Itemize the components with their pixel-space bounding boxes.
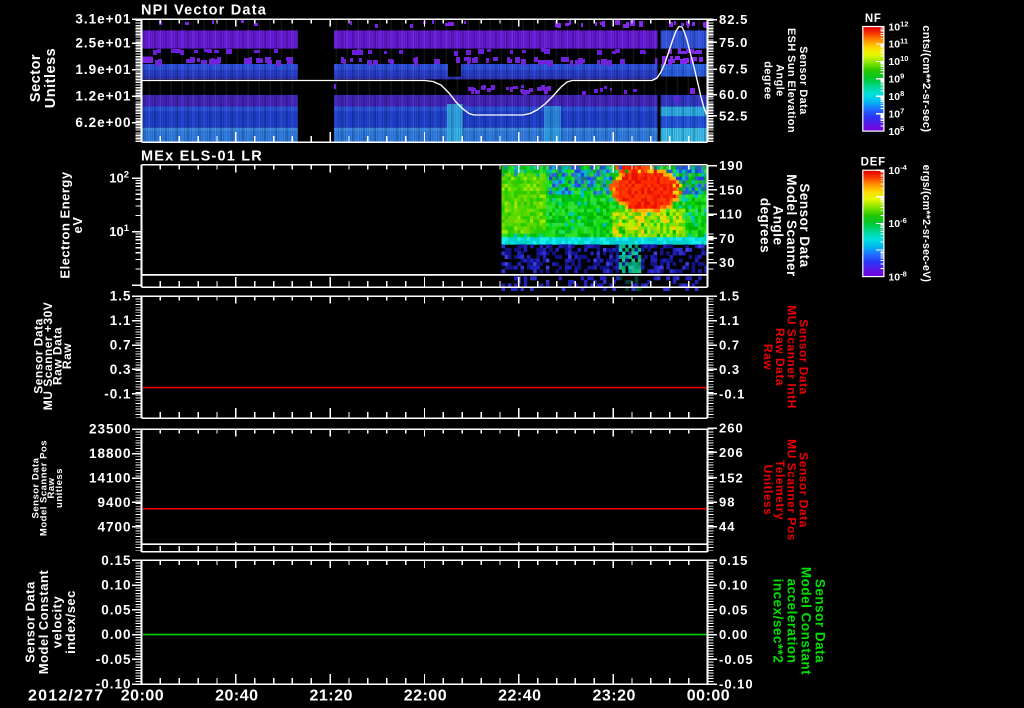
svg-text:206: 206: [719, 445, 744, 460]
svg-text:eV: eV: [70, 217, 85, 234]
svg-text:152: 152: [719, 470, 744, 485]
svg-text:Raw: Raw: [761, 344, 775, 370]
svg-text:NF: NF: [865, 13, 882, 25]
svg-text:Sensor Data: Sensor Data: [797, 46, 809, 115]
svg-text:67.5: 67.5: [719, 62, 748, 77]
svg-text:Angle: Angle: [773, 64, 785, 97]
svg-text:0.15: 0.15: [719, 553, 748, 568]
svg-text:0.3: 0.3: [719, 362, 740, 377]
svg-text:DEF: DEF: [861, 157, 886, 169]
svg-text:unitless: unitless: [54, 468, 65, 508]
svg-text:0.7: 0.7: [719, 338, 740, 353]
svg-text:acceleration: acceleration: [784, 579, 799, 664]
svg-text:2.5e+01: 2.5e+01: [75, 36, 131, 51]
svg-text:1.5: 1.5: [719, 289, 740, 304]
svg-text:0.3: 0.3: [110, 362, 132, 377]
svg-text:22:40: 22:40: [498, 688, 541, 705]
svg-text:Sensor Data: Sensor Data: [812, 579, 827, 663]
svg-text:Unitless: Unitless: [761, 465, 775, 516]
svg-text:2012/277: 2012/277: [28, 688, 104, 705]
svg-text:52.5: 52.5: [719, 108, 748, 123]
svg-text:1.2e+01: 1.2e+01: [75, 89, 131, 104]
svg-text:20:40: 20:40: [215, 688, 258, 705]
svg-text:82.5: 82.5: [719, 12, 748, 27]
svg-text:1.1: 1.1: [719, 313, 740, 328]
svg-text:260: 260: [719, 421, 744, 436]
svg-text:-0.1: -0.1: [719, 386, 745, 401]
svg-text:1.1: 1.1: [110, 313, 132, 328]
svg-text:incex/sec**2: incex/sec**2: [770, 579, 785, 664]
svg-text:NPI Vector Data: NPI Vector Data: [141, 3, 267, 19]
svg-text:21:20: 21:20: [309, 688, 352, 705]
svg-text:0.15: 0.15: [101, 553, 131, 568]
svg-text:degree: degree: [762, 61, 774, 99]
svg-text:ESH Sun Elevation: ESH Sun Elevation: [785, 28, 797, 133]
svg-text:-0.1: -0.1: [104, 386, 131, 401]
svg-text:1.9e+01: 1.9e+01: [75, 62, 131, 77]
svg-text:00:00: 00:00: [687, 688, 730, 705]
svg-text:23500: 23500: [89, 422, 132, 437]
svg-text:0.05: 0.05: [101, 602, 131, 617]
svg-text:Model Constant: Model Constant: [798, 567, 813, 675]
svg-text:70: 70: [719, 231, 735, 246]
svg-text:Raw: Raw: [60, 343, 74, 369]
svg-text:110: 110: [719, 207, 743, 222]
svg-text:0.00: 0.00: [101, 627, 131, 642]
svg-text:4700: 4700: [97, 519, 131, 534]
svg-text:3.1e+01: 3.1e+01: [75, 12, 131, 27]
svg-text:9400: 9400: [97, 495, 131, 510]
svg-text:Unitless: Unitless: [43, 48, 59, 108]
svg-text:-0.05: -0.05: [719, 652, 754, 667]
svg-text:ergs/(cm**2-sr-sec-eV): ergs/(cm**2-sr-sec-eV): [920, 165, 932, 282]
svg-text:60.0: 60.0: [719, 87, 748, 102]
svg-text:Sector: Sector: [28, 54, 44, 102]
svg-text:18800: 18800: [89, 446, 132, 461]
svg-text:75.0: 75.0: [719, 35, 748, 50]
svg-text:6.2e+00: 6.2e+00: [75, 115, 131, 130]
svg-text:degrees: degrees: [757, 198, 772, 253]
svg-text:150: 150: [719, 182, 744, 197]
svg-text:14100: 14100: [89, 471, 132, 486]
svg-text:0.00: 0.00: [719, 627, 748, 642]
svg-text:98: 98: [719, 495, 735, 510]
svg-text:30: 30: [719, 255, 735, 270]
svg-text:-0.05: -0.05: [96, 652, 132, 667]
svg-text:22:00: 22:00: [404, 688, 447, 705]
svg-text:cnts/(cm**2-sr-sec): cnts/(cm**2-sr-sec): [920, 25, 932, 132]
svg-text:1.5: 1.5: [110, 289, 132, 304]
svg-text:0.7: 0.7: [110, 338, 132, 353]
svg-text:44: 44: [719, 519, 735, 534]
svg-text:20:00: 20:00: [121, 688, 164, 705]
svg-text:0.10: 0.10: [719, 578, 748, 593]
svg-text:0.05: 0.05: [719, 602, 748, 617]
svg-text:index/sec: index/sec: [63, 590, 78, 654]
svg-text:0.10: 0.10: [101, 578, 131, 593]
svg-text:MEx ELS-01 LR: MEx ELS-01 LR: [141, 149, 263, 165]
svg-text:190: 190: [719, 158, 744, 173]
svg-text:23:20: 23:20: [592, 688, 635, 705]
